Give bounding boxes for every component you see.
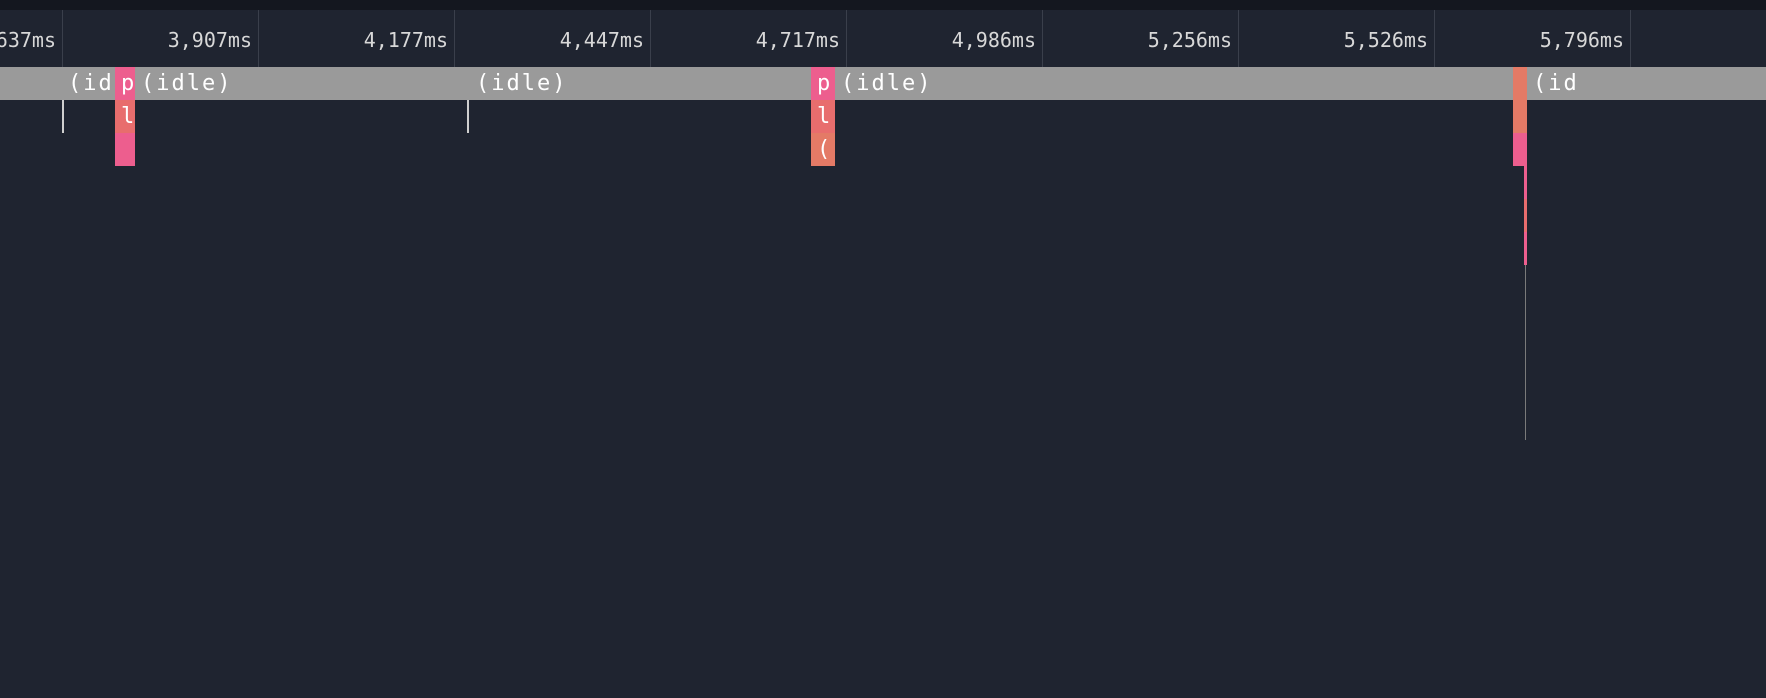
flame-frame[interactable]: l [811,100,835,133]
flame-frame[interactable]: (id [1527,67,1766,100]
frame-marker [467,100,469,133]
flame-frame[interactable] [1513,100,1527,133]
flame-frame[interactable]: l [115,100,135,133]
flame-frame[interactable]: p [811,67,835,100]
flame-frame[interactable] [115,133,135,166]
flame-frame[interactable]: (id [62,67,115,100]
frame-marker [62,100,64,133]
flame-frame[interactable] [1513,67,1527,100]
flame-frame[interactable]: (idle) [835,67,1513,100]
flame-frame[interactable] [1524,199,1527,232]
flame-frame[interactable] [1524,232,1527,265]
flame-frame[interactable] [1524,166,1527,199]
flame-graph[interactable]: (idp(idle)(idle)p(idle)(idll( [0,0,1766,698]
flame-frame[interactable] [1513,133,1527,166]
stack-tail [1525,265,1526,440]
flame-frame[interactable]: p [115,67,135,100]
flame-frame[interactable]: ( [811,133,835,166]
flame-frame[interactable]: (idle) [470,67,811,100]
